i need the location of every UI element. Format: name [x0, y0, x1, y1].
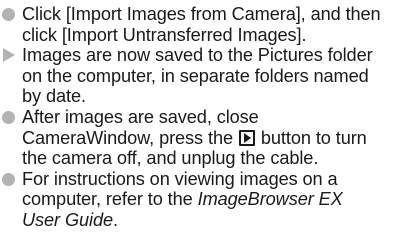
text-segment: CameraWindow, press the	[22, 127, 233, 148]
text-line: User Guide.	[22, 210, 419, 231]
text-line: by date.	[22, 86, 86, 107]
text-segment: button to turn	[260, 127, 367, 148]
list-item: For instructions on viewing images on a …	[0, 169, 419, 231]
playback-button-icon	[238, 129, 255, 146]
guide-title: User Guide	[22, 209, 113, 230]
bullet-icon	[2, 172, 15, 186]
guide-title: ImageBrowser EX	[197, 189, 343, 210]
text-line: the camera off, and unplug the cable.	[22, 148, 319, 169]
list-item: After images are saved, close CameraWind…	[0, 107, 419, 169]
text-line: CameraWindow, press the button to turn	[22, 128, 419, 149]
text-segment: .	[113, 209, 118, 230]
bullet-icon	[2, 8, 15, 21]
text-line: For instructions on viewing images on a	[22, 168, 338, 189]
text-segment: computer, refer to the	[22, 189, 193, 210]
text-line: computer, refer to the ImageBrowser EX	[22, 189, 419, 210]
text-line: click [Import Untransferred Images].	[22, 24, 307, 45]
arrow-icon	[3, 48, 15, 63]
text-line: Click [Import Images from Camera], and t…	[22, 4, 381, 24]
list-item: Click [Import Images from Camera], and t…	[0, 4, 419, 45]
bullet-icon	[2, 110, 15, 124]
text-line: Images are now saved to the Pictures fol…	[22, 45, 373, 66]
instruction-list: Click [Import Images from Camera], and t…	[0, 4, 419, 231]
text-line: on the computer, in separate folders nam…	[22, 65, 369, 86]
text-line: After images are saved, close	[22, 106, 259, 127]
list-item: Images are now saved to the Pictures fol…	[0, 45, 419, 107]
